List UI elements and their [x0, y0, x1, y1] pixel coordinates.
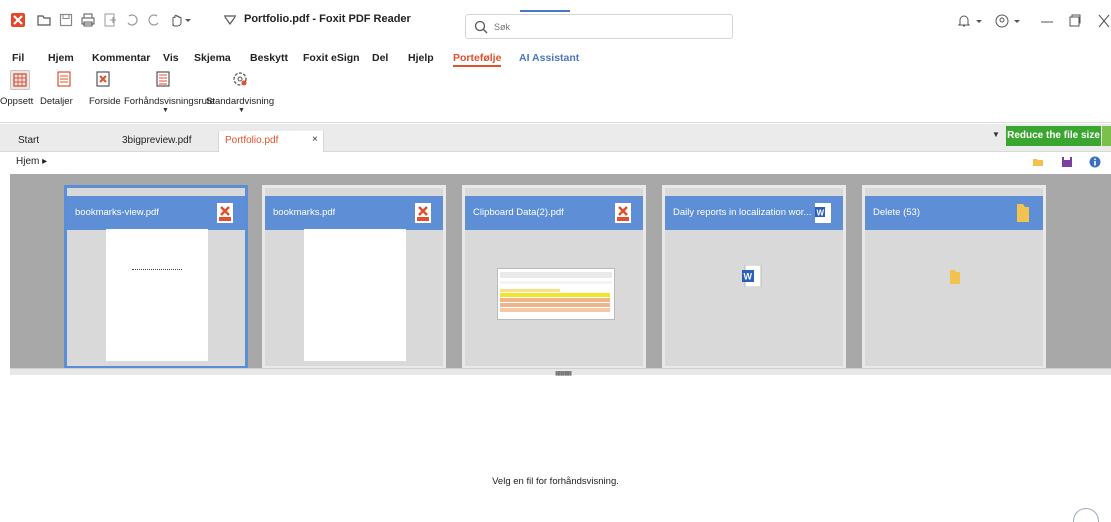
preview-placeholder-text: Velg en fil for forhåndsvisning.	[492, 476, 619, 487]
info-icon[interactable]	[1089, 156, 1101, 168]
card-header: Daily reports in localization wor... W	[665, 196, 843, 230]
account-icon[interactable]	[994, 12, 1010, 30]
menu-fil[interactable]: Fil	[12, 52, 24, 64]
card-file-name: bookmarks-view.pdf	[75, 207, 159, 218]
detaljer-button[interactable]: Detaljer	[38, 70, 84, 120]
spreadsheet-thumbnail	[497, 268, 615, 320]
portfolio-card[interactable]: Delete (53)	[862, 185, 1046, 369]
svg-text:W: W	[817, 209, 825, 218]
menu-hjem[interactable]: Hjem	[48, 52, 74, 64]
chevron-down-icon[interactable]: ▼	[238, 107, 245, 114]
portfolio-card[interactable]: bookmarks.pdf	[262, 185, 446, 369]
chevron-down-icon[interactable]: ▼	[992, 130, 1000, 139]
card-header: bookmarks.pdf	[265, 196, 443, 230]
folder-icon[interactable]	[1032, 156, 1044, 168]
folder-icon	[950, 270, 960, 284]
forhandsvisningsrute-button[interactable]: Forhåndsvisningsrute ▼	[124, 70, 215, 120]
redo-icon[interactable]	[146, 12, 162, 28]
portfolio-card[interactable]: Clipboard Data(2).pdf	[462, 185, 646, 369]
promo-edge	[1102, 126, 1111, 146]
oppsett-label: Oppsett	[0, 96, 34, 107]
restore-icon[interactable]	[1068, 12, 1082, 30]
reduce-file-size-button[interactable]: Reduce the file size	[1006, 126, 1101, 146]
pdf-file-icon	[217, 203, 233, 223]
chevron-down-icon[interactable]	[975, 12, 983, 30]
new-document-icon[interactable]	[102, 12, 118, 28]
tab-start[interactable]: Start	[12, 131, 45, 152]
chevron-down-icon[interactable]	[1013, 12, 1021, 30]
customize-toolbar-icon[interactable]	[222, 12, 238, 28]
close-icon[interactable]	[1097, 12, 1111, 30]
search-accent-line	[520, 10, 570, 12]
minimize-icon[interactable]	[1040, 12, 1054, 30]
chevron-down-icon[interactable]: ▼	[162, 107, 169, 114]
standardvisning-label: Standardvisning	[206, 96, 275, 107]
forside-label: Forside	[89, 96, 121, 107]
portfolio-grid: bookmarks-view.pdf bookmarks.pdf Clipboa…	[10, 174, 1111, 369]
tab-3bigpreview[interactable]: 3bigpreview.pdf	[116, 131, 198, 152]
tab-portfolio[interactable]: Portfolio.pdf	[218, 131, 324, 152]
svg-text:W: W	[744, 272, 753, 282]
pdf-file-icon	[615, 203, 631, 223]
details-list-icon	[55, 70, 75, 90]
search-box[interactable]	[465, 14, 733, 39]
breadcrumb[interactable]: Hjem ▸	[16, 156, 47, 167]
card-file-name: bookmarks.pdf	[273, 207, 336, 218]
chevron-down-icon[interactable]	[184, 12, 192, 28]
menu-kommentar[interactable]: Kommentar	[92, 52, 150, 64]
card-header: bookmarks-view.pdf	[67, 196, 245, 230]
foxit-logo-icon[interactable]	[11, 13, 25, 27]
card-file-name: Delete (53)	[873, 207, 920, 218]
portfolio-card[interactable]: Daily reports in localization wor... W W	[662, 185, 846, 369]
page-thumbnail	[304, 229, 406, 361]
pdf-file-icon	[415, 203, 431, 223]
ribbon-divider	[0, 122, 1111, 123]
cover-page-icon	[94, 70, 114, 90]
card-file-name: Clipboard Data(2).pdf	[473, 207, 564, 218]
search-input[interactable]	[494, 19, 694, 35]
menu-ai-assistant[interactable]: AI Assistant	[519, 52, 579, 64]
title-bar: Portfolio.pdf - Foxit PDF Reader	[0, 0, 1111, 40]
notification-bell-icon[interactable]	[957, 12, 971, 30]
menu-skjema[interactable]: Skjema	[194, 52, 231, 64]
menu-foxit-esign[interactable]: Foxit eSign	[303, 52, 360, 64]
standardvisning-button[interactable]: Standardvisning ▼	[206, 70, 278, 120]
menu-beskytt[interactable]: Beskytt	[250, 52, 288, 64]
card-header: Delete (53)	[865, 196, 1043, 230]
print-icon[interactable]	[80, 12, 96, 28]
floating-assistant-icon[interactable]	[1073, 508, 1099, 522]
forside-button[interactable]: Forside	[86, 70, 122, 120]
search-icon	[474, 20, 488, 34]
menu-hjelp[interactable]: Hjelp	[408, 52, 434, 64]
open-folder-icon[interactable]	[36, 12, 52, 28]
preview-pane-icon	[154, 70, 174, 90]
save-icon[interactable]	[58, 12, 74, 28]
drag-handle-icon[interactable]: ▮▮▮▮▮▮▮	[555, 370, 572, 377]
save-icon[interactable]	[1061, 156, 1073, 168]
portfolio-card[interactable]: bookmarks-view.pdf	[64, 185, 248, 369]
document-tab-bar: Start 3bigpreview.pdf Portfolio.pdf ×	[0, 124, 1111, 152]
window-title: Portfolio.pdf - Foxit PDF Reader	[244, 13, 411, 25]
folder-icon	[1017, 204, 1029, 222]
card-file-name: Daily reports in localization wor...	[673, 207, 812, 218]
word-file-icon: W	[815, 203, 831, 223]
pane-splitter[interactable]: ▮▮▮▮▮▮▮	[10, 368, 1111, 377]
default-view-gear-icon	[231, 70, 251, 90]
breadcrumb-row: Hjem ▸	[0, 152, 1111, 172]
word-file-icon: W	[742, 265, 762, 287]
oppsett-button[interactable]: Oppsett	[0, 70, 38, 120]
detaljer-label: Detaljer	[40, 96, 73, 107]
menu-vis[interactable]: Vis	[163, 52, 179, 64]
hand-tool-icon[interactable]	[168, 12, 184, 28]
page-thumbnail	[106, 229, 208, 361]
menu-portefolje[interactable]: Portefølje	[453, 52, 502, 67]
undo-icon[interactable]	[124, 12, 140, 28]
forhandsvisningsrute-label: Forhåndsvisningsrute	[124, 96, 215, 107]
menu-del[interactable]: Del	[372, 52, 388, 64]
layout-icon	[10, 70, 30, 90]
close-tab-icon[interactable]: ×	[312, 134, 318, 145]
card-header: Clipboard Data(2).pdf	[465, 196, 643, 230]
